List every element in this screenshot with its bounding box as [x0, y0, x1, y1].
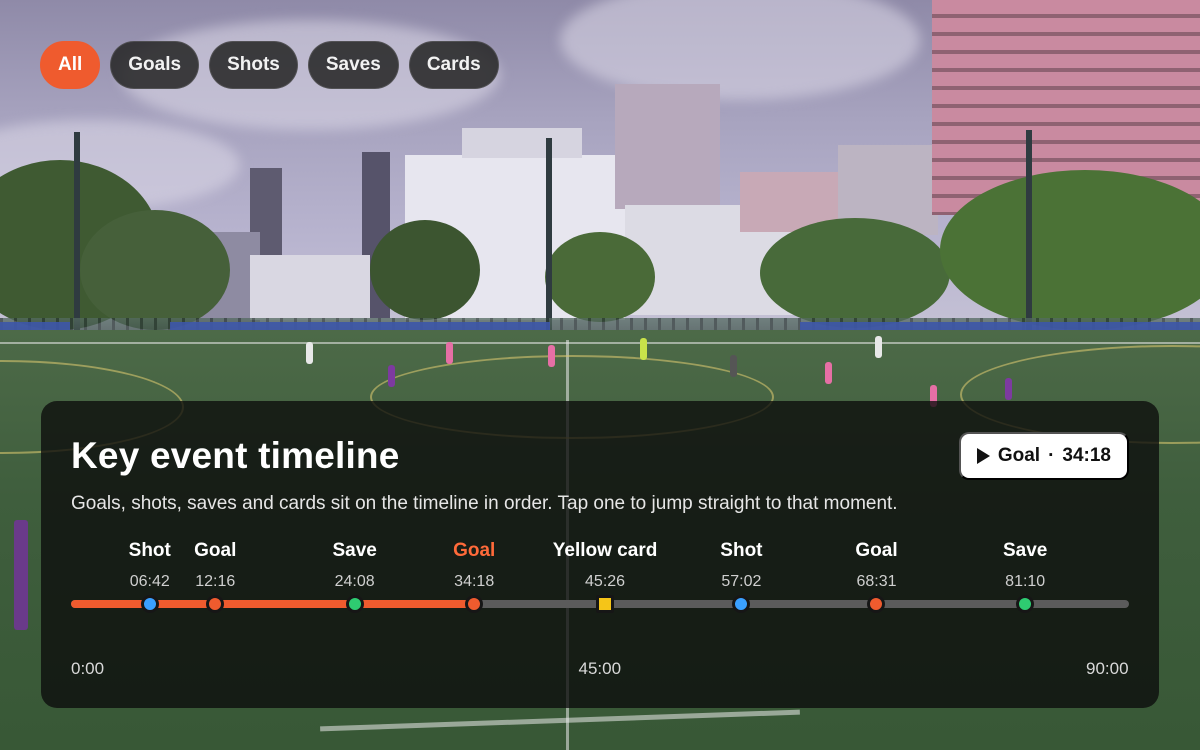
event-timeline[interactable]: Shot 06:42 Goal 12:16 Save 24:08 Goal 34:18 Yell… [71, 531, 1129, 681]
building [615, 84, 720, 209]
key-event-panel: Key event timeline Goals, shots, saves a… [41, 401, 1159, 708]
play-icon [976, 448, 990, 464]
time-tick-label: 0:00 [71, 659, 105, 678]
panel-subtitle: Goals, shots, saves and cards sit on the… [71, 493, 898, 514]
event-time: 57:02 [721, 573, 762, 590]
event-label: Shot [128, 540, 171, 561]
time-tick-label: 90:00 [1086, 659, 1129, 678]
tree [370, 220, 480, 320]
event-label: Goal [194, 540, 237, 561]
separator: · [1048, 445, 1055, 466]
event-time: 12:16 [195, 573, 236, 590]
player [14, 520, 28, 630]
event-label: Save [1003, 540, 1048, 561]
building [250, 255, 370, 320]
event-label: Goal [453, 540, 496, 561]
current-event-type: Goal [997, 445, 1041, 466]
filter-chip-shots[interactable]: Shots [209, 41, 298, 89]
event-marker[interactable] [596, 595, 615, 613]
touchline [0, 342, 1200, 344]
panel-title: Key event timeline [71, 435, 400, 476]
current-event-time: 34:18 [1062, 445, 1111, 466]
timeline-progress [71, 600, 475, 608]
tree [80, 210, 230, 330]
time-tick-label: 45:00 [578, 659, 622, 678]
event-marker[interactable] [867, 595, 886, 613]
player [1005, 378, 1012, 400]
event-time: 34:18 [454, 573, 495, 590]
event-time: 68:31 [856, 573, 897, 590]
event-marker[interactable] [1016, 595, 1035, 613]
filter-chip-goals[interactable]: Goals [110, 41, 200, 89]
player [825, 362, 832, 384]
event-marker[interactable] [140, 595, 159, 613]
player [446, 342, 453, 364]
player [306, 342, 313, 364]
filter-chip-cards[interactable]: Cards [408, 41, 499, 89]
event-label: Shot [720, 540, 763, 561]
tree [760, 218, 950, 328]
event-time: 06:42 [129, 573, 170, 590]
event-marker[interactable] [732, 595, 751, 613]
player [388, 365, 395, 387]
event-marker[interactable] [465, 595, 484, 613]
tree [545, 232, 655, 322]
event-marker[interactable] [345, 595, 364, 613]
filter-chip-all[interactable]: All [40, 41, 101, 89]
player [548, 345, 555, 367]
event-time: 24:08 [334, 573, 375, 590]
event-filter-bar: All Goals Shots Saves Cards [40, 41, 499, 89]
event-label: Save [332, 540, 377, 561]
event-time: 45:26 [585, 573, 626, 590]
player [640, 338, 647, 360]
event-marker[interactable] [206, 595, 225, 613]
event-label: Goal [855, 540, 898, 561]
building-top [462, 128, 582, 158]
floodlight-pole [1026, 130, 1032, 330]
filter-chip-saves[interactable]: Saves [307, 41, 399, 89]
player [730, 355, 737, 377]
current-event-button[interactable]: Goal · 34:18 [958, 432, 1129, 480]
player [875, 336, 882, 358]
event-time: 81:10 [1005, 573, 1046, 590]
floodlight-pole [546, 138, 552, 338]
event-label: Yellow card [552, 540, 658, 561]
floodlight-pole [74, 132, 80, 342]
